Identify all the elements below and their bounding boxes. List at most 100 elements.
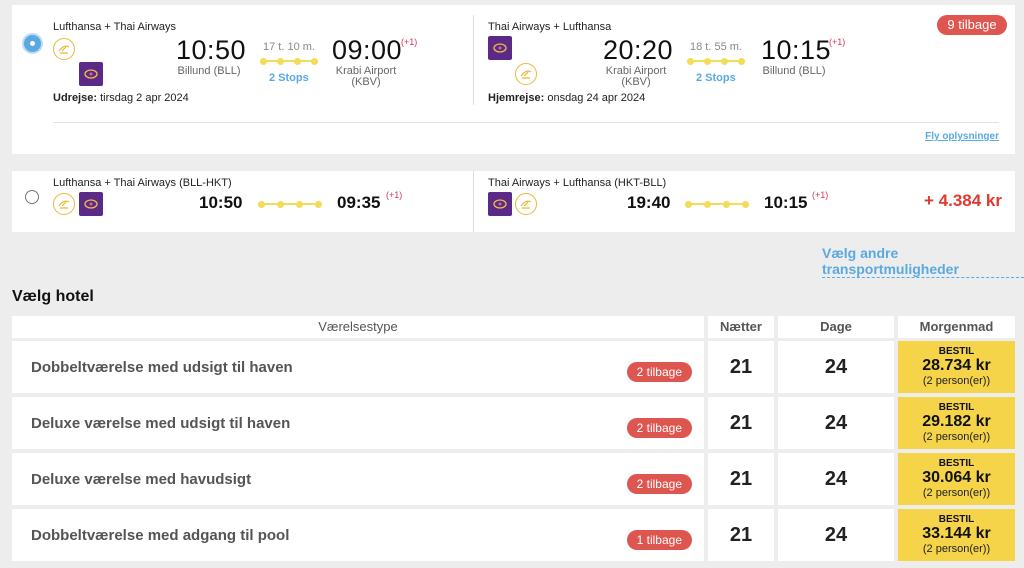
flight-info-link[interactable]: Fly oplysninger <box>925 131 999 142</box>
outbound-airlines: Lufthansa + Thai Airways <box>53 21 177 33</box>
route-dot <box>260 57 267 65</box>
room-availability-badge: 2 tilbage <box>626 418 692 438</box>
room-nights: 21 <box>708 397 774 449</box>
route-dot <box>277 200 284 208</box>
route-dot <box>685 200 692 208</box>
route-dot <box>738 57 745 65</box>
route-dot <box>294 57 301 65</box>
room-price: 30.064 kr <box>922 469 991 486</box>
room-name: Dobbeltværelse med udsigt til haven <box>31 359 293 376</box>
alternative-flight-card[interactable]: Lufthansa + Thai Airways (BLL-HKT) 10:50… <box>12 171 1015 232</box>
return-date-label: Hjemrejse: <box>488 92 545 104</box>
outbound-arrive-airport: Krabi Airport (KBV) <box>328 66 404 88</box>
outbound-duration: 17 t. 10 m. <box>263 41 315 53</box>
outbound-date-label: Udrejse: <box>53 92 98 104</box>
route-dot <box>723 200 730 208</box>
route-dot <box>704 200 711 208</box>
return-stops-link[interactable]: 2 Stops <box>696 72 736 84</box>
return-arrive-time: 10:15 <box>761 35 832 65</box>
selected-flight-card[interactable]: Lufthansa + Thai Airways 10:50 Billund (… <box>12 5 1015 154</box>
room-name: Dobbeltværelse med adgang til pool <box>31 527 290 544</box>
room-name: Deluxe værelse med udsigt til haven <box>31 415 291 432</box>
return-date-value: onsdag 24 apr 2024 <box>547 92 646 104</box>
alt-return-depart-time: 19:40 <box>627 193 671 212</box>
alt-outbound-airlines: Lufthansa + Thai Airways (BLL-HKT) <box>53 177 232 189</box>
book-room-button[interactable]: BESTIL 28.734 kr (2 person(er)) <box>898 341 1015 393</box>
room-persons: (2 person(er)) <box>922 487 991 499</box>
outbound-depart-airport: Billund (BLL) <box>177 65 241 77</box>
flight-option-radio[interactable] <box>25 190 39 204</box>
room-row: Dobbeltværelse med adgang til pool 1 til… <box>12 509 704 561</box>
room-availability-badge: 2 tilbage <box>626 474 692 494</box>
alt-return-route-line <box>685 200 749 208</box>
room-nights: 21 <box>708 341 774 393</box>
room-price: 29.182 kr <box>922 413 991 430</box>
return-depart-airport: Krabi Airport (KBV) <box>598 66 674 88</box>
alt-return-arrive-plus-day: (+1) <box>812 190 829 200</box>
route-dot <box>742 200 749 208</box>
room-days: 24 <box>778 509 894 561</box>
thai-airways-logo-icon <box>79 62 103 86</box>
header-board-type: Morgenmad <box>898 316 1015 338</box>
room-row: Dobbeltværelse med udsigt til haven 2 ti… <box>12 341 704 393</box>
header-nights: Nætter <box>708 316 774 338</box>
return-route-line <box>687 57 745 65</box>
room-availability-badge: 1 tilbage <box>626 530 692 550</box>
return-airlines: Thai Airways + Lufthansa <box>488 21 612 33</box>
book-label: BESTIL <box>938 346 975 357</box>
card-divider <box>473 171 474 232</box>
room-persons: (2 person(er)) <box>922 543 991 555</box>
room-price: 33.144 kr <box>922 525 991 542</box>
route-dot <box>258 200 265 208</box>
book-room-button[interactable]: BESTIL 30.064 kr (2 person(er)) <box>898 453 1015 505</box>
thai-airways-logo-icon <box>488 36 512 60</box>
book-room-button[interactable]: BESTIL 29.182 kr (2 person(er)) <box>898 397 1015 449</box>
outbound-arrive-airport-code: (KBV) <box>351 76 381 88</box>
room-nights: 21 <box>708 453 774 505</box>
book-label: BESTIL <box>938 402 975 413</box>
outbound-depart-time: 10:50 <box>176 35 247 65</box>
lufthansa-logo-icon <box>515 63 537 85</box>
alt-return-arrive-time: 10:15 <box>764 193 808 212</box>
alt-outbound-arrive-plus-day: (+1) <box>386 190 403 200</box>
hotel-section-title: Vælg hotel <box>12 288 94 305</box>
lufthansa-logo-icon <box>53 38 75 60</box>
room-days: 24 <box>778 397 894 449</box>
room-availability-badge: 2 tilbage <box>626 362 692 382</box>
outbound-route-line <box>260 57 318 65</box>
thai-airways-logo-icon <box>79 192 103 216</box>
room-persons: (2 person(er)) <box>922 375 991 387</box>
return-arrive-airport: Billund (BLL) <box>762 65 826 77</box>
header-room-type: Værelsestype <box>12 316 704 338</box>
thai-airways-logo-icon <box>488 192 512 216</box>
card-divider <box>53 122 999 123</box>
alt-price-difference: + 4.384 kr <box>924 191 1002 210</box>
book-label: BESTIL <box>938 458 975 469</box>
alt-return-airlines: Thai Airways + Lufthansa (HKT-BLL) <box>488 177 667 189</box>
header-days: Dage <box>778 316 894 338</box>
return-duration: 18 t. 55 m. <box>690 41 742 53</box>
room-name: Deluxe værelse med havudsigt <box>31 471 252 488</box>
return-date: Hjemrejse: onsdag 24 apr 2024 <box>488 92 645 104</box>
room-row: Deluxe værelse med udsigt til haven 2 ti… <box>12 397 704 449</box>
outbound-date: Udrejse: tirsdag 2 apr 2024 <box>53 92 189 104</box>
lufthansa-logo-icon <box>515 193 537 215</box>
alt-outbound-route-line <box>258 200 322 208</box>
return-depart-time: 20:20 <box>603 35 674 65</box>
return-depart-airport-code: (KBV) <box>621 76 651 88</box>
route-dot <box>277 57 284 65</box>
outbound-arrive-time: 09:00 <box>332 35 403 65</box>
book-label: BESTIL <box>938 514 975 525</box>
flight-option-radio-selected[interactable] <box>22 33 43 54</box>
card-divider <box>473 15 474 105</box>
outbound-stops-link[interactable]: 2 Stops <box>269 72 309 84</box>
room-days: 24 <box>778 453 894 505</box>
return-arrive-plus-day: (+1) <box>829 37 846 47</box>
room-nights: 21 <box>708 509 774 561</box>
route-dot <box>296 200 303 208</box>
route-dot <box>704 57 711 65</box>
alt-outbound-arrive-time: 09:35 <box>337 193 381 212</box>
other-transport-link[interactable]: Vælg andre transportmuligheder <box>822 245 1024 278</box>
lufthansa-logo-icon <box>53 193 75 215</box>
book-room-button[interactable]: BESTIL 33.144 kr (2 person(er)) <box>898 509 1015 561</box>
